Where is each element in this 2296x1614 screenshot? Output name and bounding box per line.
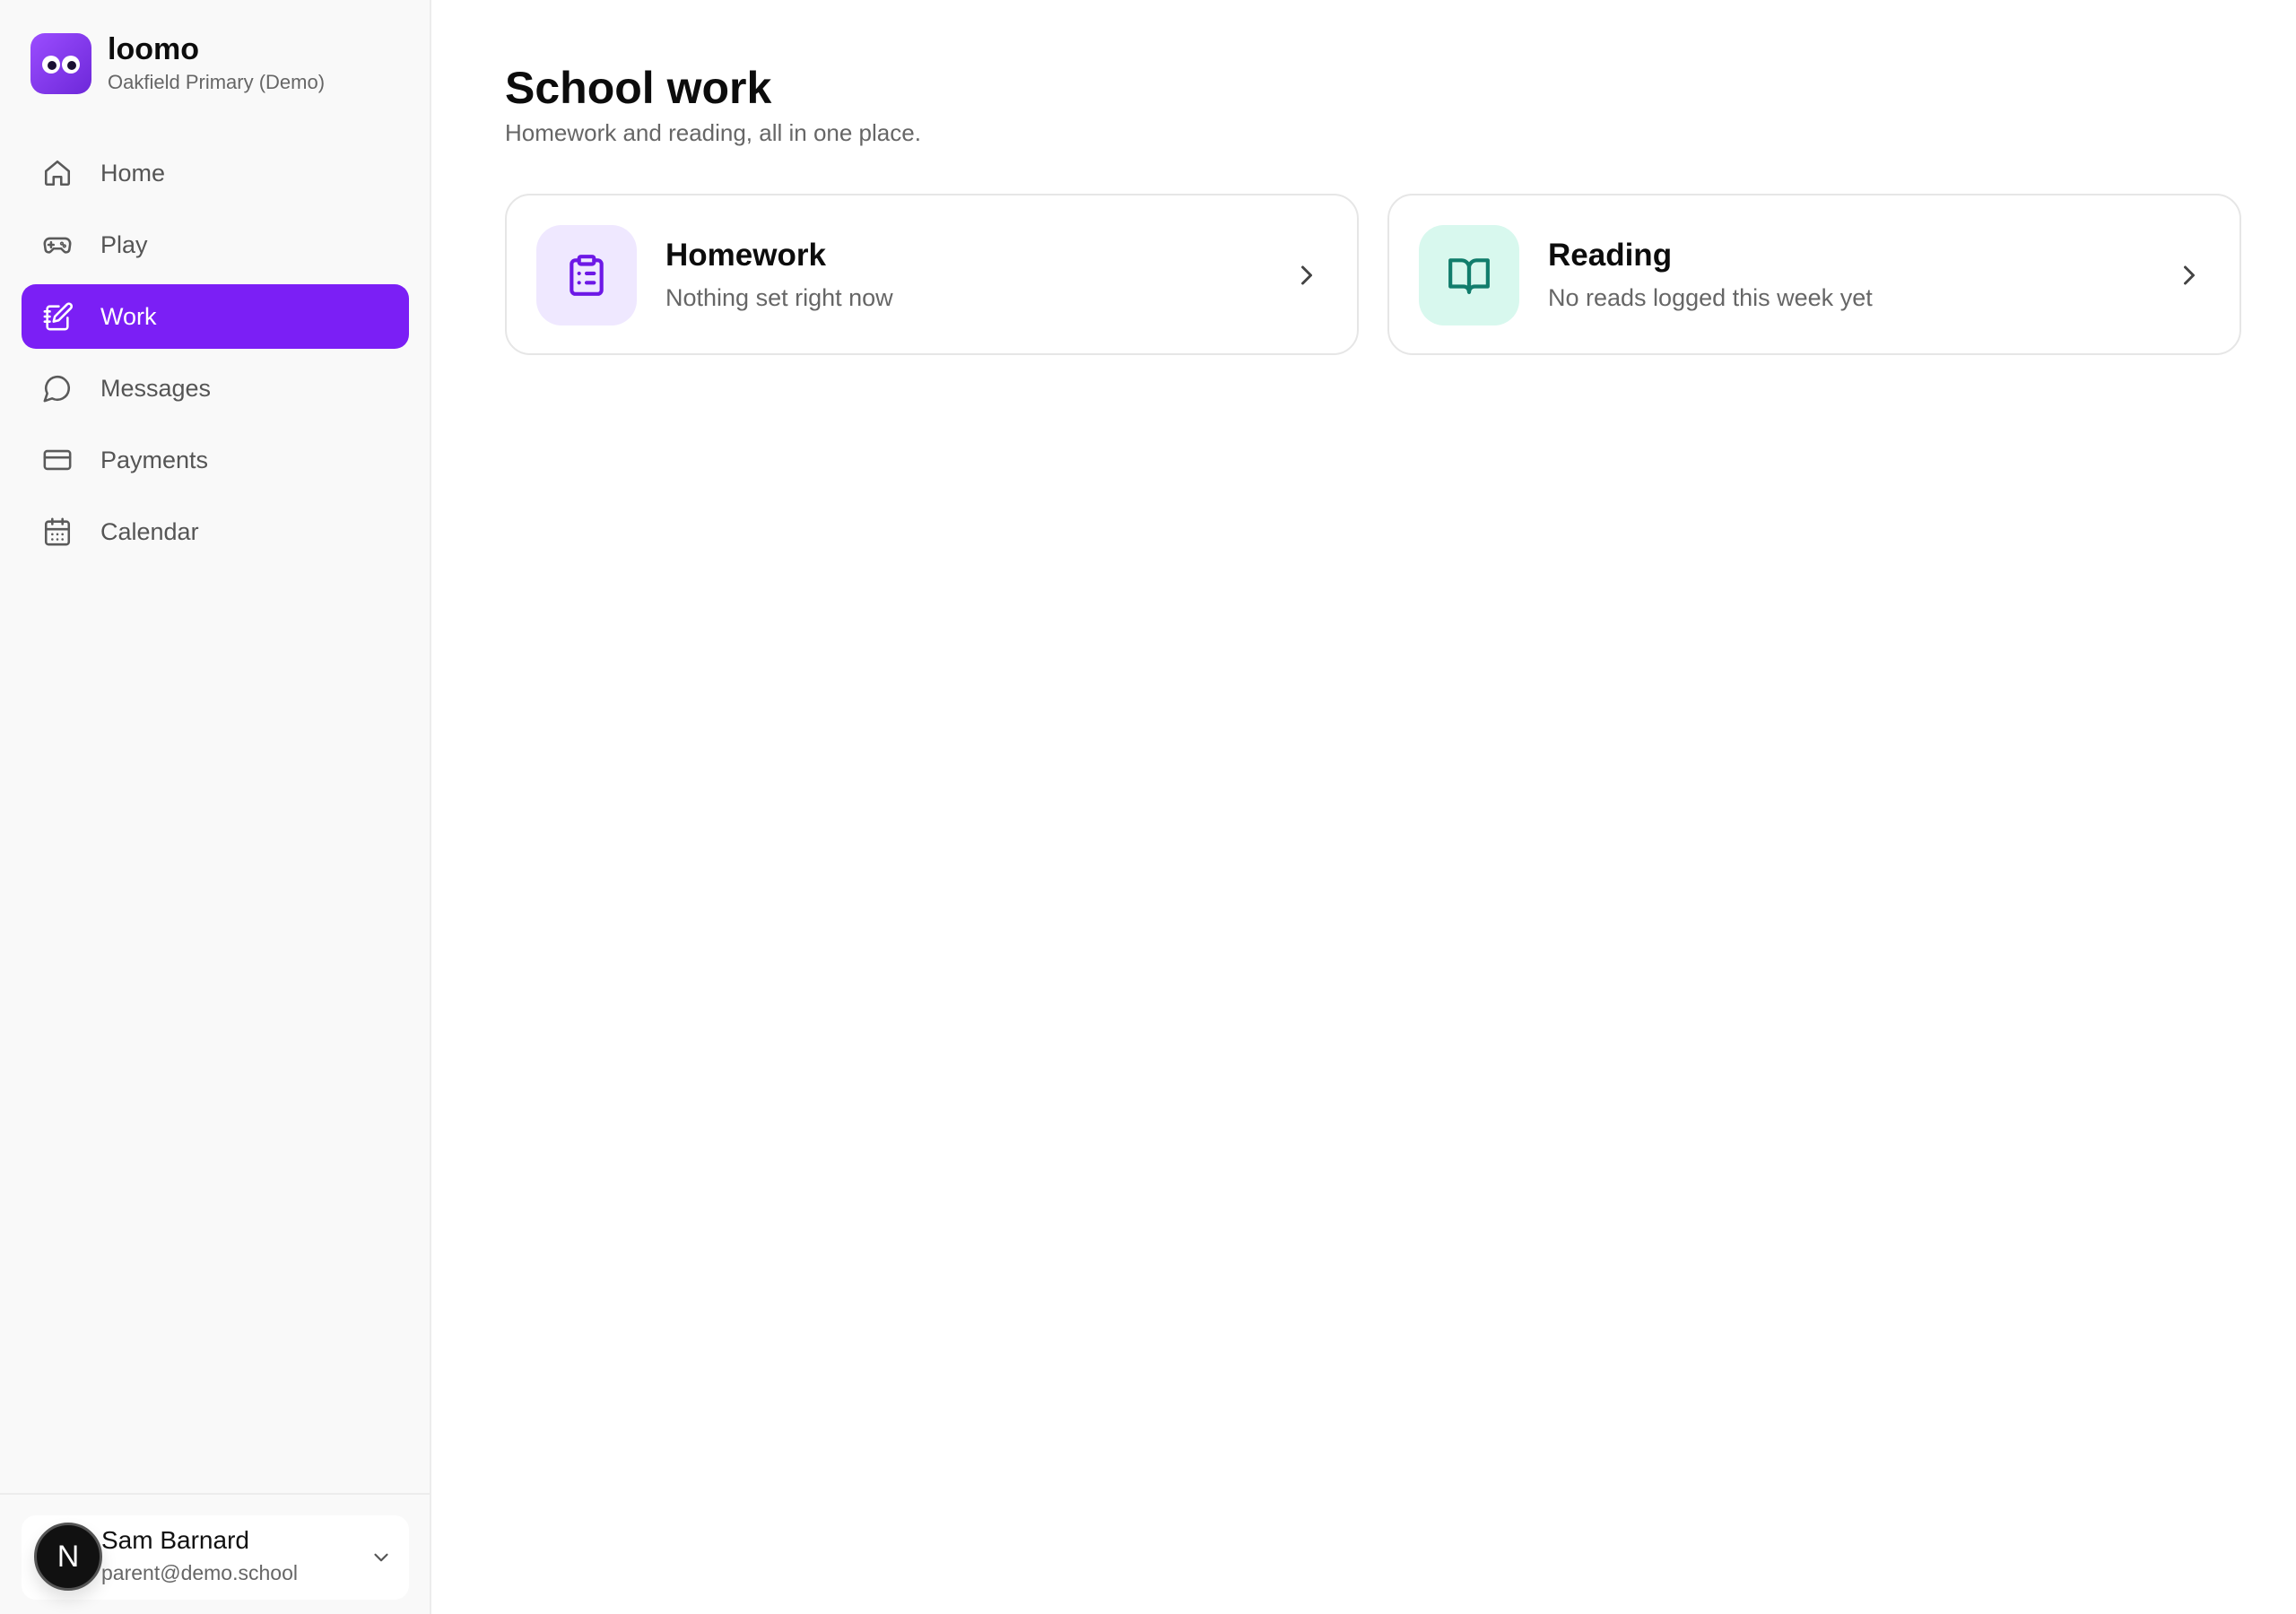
card-subtitle: Nothing set right now — [665, 284, 893, 311]
chat-bubble-icon — [41, 372, 74, 404]
loomo-logo-icon — [30, 33, 91, 94]
sidebar: loomo Oakfield Primary (Demo) Home Play — [0, 0, 431, 1614]
sidebar-item-label: Play — [100, 230, 148, 258]
user-name: Sam Barnard — [101, 1526, 249, 1554]
clipboard-list-icon — [536, 225, 637, 325]
homework-card[interactable]: Homework Nothing set right now — [505, 194, 1359, 355]
avatar: N — [34, 1523, 102, 1591]
sidebar-item-home[interactable]: Home — [22, 141, 409, 205]
chevron-right-icon — [1291, 259, 1323, 291]
card-grid: Homework Nothing set right now Reading N… — [505, 194, 2245, 355]
sidebar-item-payments[interactable]: Payments — [22, 428, 409, 492]
sidebar-divider — [0, 1493, 431, 1495]
calendar-icon — [41, 516, 74, 548]
account-menu-button[interactable]: N Sam Barnard parent@demo.school — [22, 1515, 409, 1600]
notebook-pen-icon — [41, 300, 74, 333]
user-email: parent@demo.school — [101, 1561, 298, 1584]
home-icon — [41, 157, 74, 189]
sidebar-item-label: Home — [100, 159, 166, 187]
credit-card-icon — [41, 444, 74, 476]
sidebar-item-work[interactable]: Work — [22, 284, 409, 349]
sidebar-item-label: Messages — [100, 374, 212, 402]
brand-name: loomo — [108, 32, 199, 66]
page-title: School work — [505, 63, 772, 113]
brand[interactable]: loomo Oakfield Primary (Demo) — [30, 31, 325, 96]
card-title: Reading — [1548, 238, 1673, 273]
sidebar-item-label: Payments — [100, 446, 209, 473]
chevron-down-icon — [370, 1546, 393, 1569]
school-name: Oakfield Primary (Demo) — [108, 71, 326, 93]
card-subtitle: No reads logged this week yet — [1548, 284, 1873, 311]
card-title: Homework — [665, 238, 826, 273]
open-book-icon — [1419, 225, 1519, 325]
sidebar-item-messages[interactable]: Messages — [22, 356, 409, 421]
sidebar-item-label: Work — [100, 302, 157, 330]
page-subtitle: Homework and reading, all in one place. — [505, 119, 921, 146]
sidebar-nav: Home Play Work Messages Payments Calenda… — [22, 141, 409, 571]
chevron-right-icon — [2173, 259, 2205, 291]
reading-card[interactable]: Reading No reads logged this week yet — [1387, 194, 2241, 355]
sidebar-item-calendar[interactable]: Calendar — [22, 499, 409, 564]
gamepad-icon — [41, 229, 74, 261]
sidebar-item-play[interactable]: Play — [22, 213, 409, 277]
sidebar-item-label: Calendar — [100, 517, 199, 545]
